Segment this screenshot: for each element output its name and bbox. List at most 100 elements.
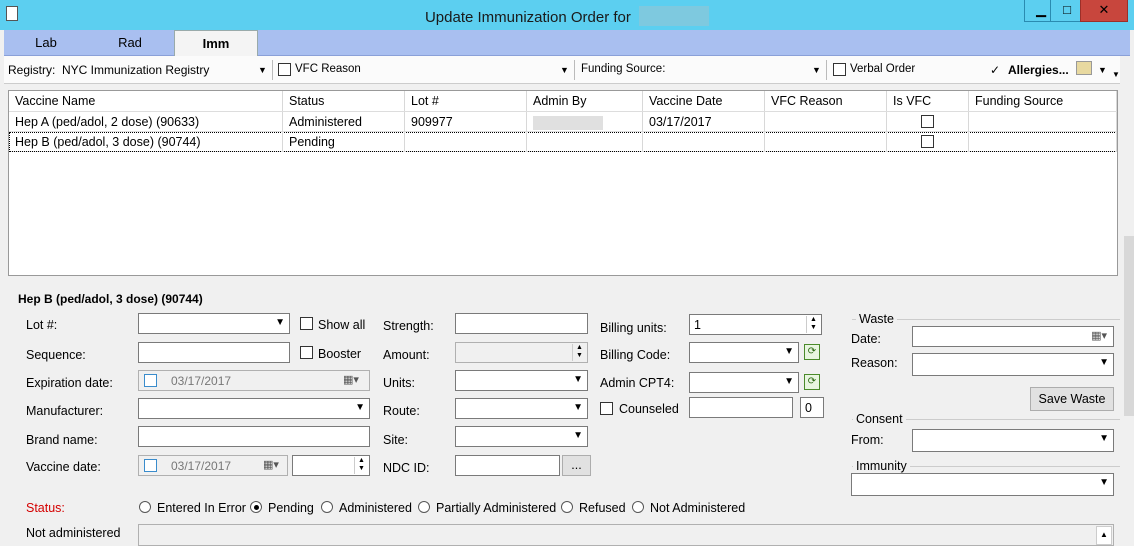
vaccine-date-picker[interactable]: 03/17/2017 ▦▾ — [138, 455, 288, 476]
status-radio-entered-in-error[interactable] — [139, 501, 151, 513]
counseled-count[interactable]: 0 — [800, 397, 824, 418]
cell-vfc-reason — [765, 132, 887, 152]
waste-reason-select[interactable]: ▼ — [912, 353, 1114, 376]
maximize-button[interactable]: □ — [1050, 0, 1084, 22]
route-select[interactable]: ▼ — [455, 398, 588, 419]
vaccine-time-input[interactable]: ▲ ▼ — [292, 455, 370, 476]
expiration-date-checkbox[interactable] — [144, 374, 157, 387]
calendar-icon[interactable]: ▦▾ — [1091, 329, 1107, 342]
admin-cpt4-select[interactable]: ▼ — [689, 372, 799, 393]
cell-lot: 909977 — [405, 112, 527, 132]
cell-is-vfc — [887, 132, 969, 152]
scroll-up-icon[interactable]: ▲ — [1096, 526, 1112, 545]
amount-input[interactable]: ▲ ▼ — [455, 342, 588, 363]
save-waste-button[interactable]: Save Waste — [1030, 387, 1114, 411]
spin-icon[interactable]: ▲ ▼ — [806, 316, 820, 333]
not-administered-reason[interactable]: ▲ — [138, 524, 1114, 546]
sequence-input[interactable] — [138, 342, 290, 363]
ndc-lookup-button[interactable]: ... — [562, 455, 591, 476]
brand-name-input[interactable] — [138, 426, 370, 447]
expiration-date-label: Expiration date: — [26, 376, 113, 390]
tab-lab[interactable]: Lab — [4, 30, 88, 56]
vfc-reason-dropdown-icon[interactable]: ▼ — [560, 65, 569, 75]
calendar-icon[interactable]: ▦▾ — [343, 373, 359, 386]
toolbar-overflow-icon[interactable]: ▼ — [1112, 70, 1120, 79]
status-radio-partially-administered[interactable] — [418, 501, 430, 513]
vfc-reason-checkbox[interactable] — [278, 63, 291, 76]
cell-funding-source — [969, 112, 1117, 132]
col-is-vfc[interactable]: Is VFC — [887, 91, 969, 111]
chevron-down-icon: ▼ — [784, 376, 794, 387]
expiration-date-picker[interactable]: 03/17/2017 ▦▾ — [138, 370, 370, 391]
col-status[interactable]: Status — [283, 91, 405, 111]
status-option-label: Pending — [268, 501, 314, 515]
tab-rad[interactable]: Rad — [88, 30, 172, 56]
col-lot[interactable]: Lot # — [405, 91, 527, 111]
lot-select[interactable]: ▼ — [138, 313, 290, 334]
status-radio-not-administered[interactable] — [632, 501, 644, 513]
funding-source-dropdown-icon[interactable]: ▼ — [812, 65, 821, 75]
outer-scrollbar[interactable] — [1124, 236, 1134, 416]
billing-code-select[interactable]: ▼ — [689, 342, 799, 363]
cell-vaccine-date: 03/17/2017 — [643, 112, 765, 132]
spin-icon[interactable]: ▲ ▼ — [354, 457, 368, 474]
table-row[interactable]: Hep B (ped/adol, 3 dose) (90744) Pending — [9, 132, 1117, 152]
cell-vaccine-name: Hep A (ped/adol, 2 dose) (90633) — [9, 112, 283, 132]
chevron-down-icon: ▼ — [275, 317, 285, 328]
verbal-order-checkbox[interactable] — [833, 63, 846, 76]
close-button[interactable]: ✕ — [1080, 0, 1128, 22]
manufacturer-select[interactable]: ▼ — [138, 398, 370, 419]
immunity-select[interactable]: ▼ — [851, 473, 1114, 496]
vfc-reason-label: VFC Reason — [295, 63, 361, 75]
col-vfc-reason[interactable]: VFC Reason — [765, 91, 887, 111]
refresh-icon[interactable]: ⟳ — [804, 374, 820, 390]
status-radio-refused[interactable] — [561, 501, 573, 513]
ndc-label: NDC ID: — [383, 461, 430, 475]
cell-status: Administered — [283, 112, 405, 132]
cell-admin-by — [527, 132, 643, 152]
registry-dropdown-icon[interactable]: ▼ — [258, 65, 267, 75]
counseled-input[interactable] — [689, 397, 793, 418]
billing-units-label: Billing units: — [600, 321, 667, 335]
vaccine-date-checkbox[interactable] — [144, 459, 157, 472]
alert-icon[interactable] — [1076, 61, 1092, 75]
tab-imm[interactable]: Imm — [174, 30, 258, 56]
consent-from-select[interactable]: ▼ — [912, 429, 1114, 452]
show-all-label: Show all — [318, 318, 366, 332]
strength-input[interactable] — [455, 313, 588, 334]
cell-vaccine-name: Hep B (ped/adol, 3 dose) (90744) — [9, 132, 283, 152]
is-vfc-checkbox[interactable] — [921, 135, 934, 148]
table-row[interactable]: Hep A (ped/adol, 2 dose) (90633) Adminis… — [9, 112, 1117, 132]
lot-label: Lot #: — [26, 318, 58, 332]
calendar-icon[interactable]: ▦▾ — [263, 458, 279, 471]
status-radio-pending[interactable] — [250, 501, 262, 513]
col-vaccine-date[interactable]: Vaccine Date — [643, 91, 765, 111]
title-bar: Update Immunization Order for ▁ □ ✕ — [0, 0, 1134, 30]
allergies-button[interactable]: Allergies... — [1008, 63, 1069, 77]
col-vaccine-name[interactable]: Vaccine Name — [9, 91, 283, 111]
billing-units-input[interactable]: 1 ▲ ▼ — [689, 314, 822, 335]
separator — [826, 60, 827, 80]
toolbar-menu-icon[interactable]: ▼ — [1098, 65, 1107, 75]
is-vfc-checkbox[interactable] — [921, 115, 934, 128]
status-option-label: Refused — [579, 501, 626, 515]
site-select[interactable]: ▼ — [455, 426, 588, 447]
show-all-checkbox[interactable] — [300, 317, 313, 330]
ndc-input[interactable] — [455, 455, 560, 476]
booster-checkbox[interactable] — [300, 346, 313, 359]
status-option-label: Entered In Error — [157, 501, 246, 515]
registry-select[interactable]: NYC Immunization Registry — [62, 63, 209, 77]
verbal-order-label: Verbal Order — [850, 63, 916, 75]
amount-label: Amount: — [383, 348, 430, 362]
col-admin-by[interactable]: Admin By — [527, 91, 643, 111]
status-option-label: Partially Administered — [436, 501, 557, 515]
refresh-icon[interactable]: ⟳ — [804, 344, 820, 360]
units-select[interactable]: ▼ — [455, 370, 588, 391]
status-radio-administered[interactable] — [321, 501, 333, 513]
spin-icon[interactable]: ▲ ▼ — [572, 344, 586, 361]
col-funding-source[interactable]: Funding Source — [969, 91, 1117, 111]
waste-date-picker[interactable]: ▦▾ — [912, 326, 1114, 347]
counseled-checkbox[interactable] — [600, 402, 613, 415]
billing-code-label: Billing Code: — [600, 348, 671, 362]
vaccine-grid[interactable]: Vaccine Name Status Lot # Admin By Vacci… — [8, 90, 1118, 276]
